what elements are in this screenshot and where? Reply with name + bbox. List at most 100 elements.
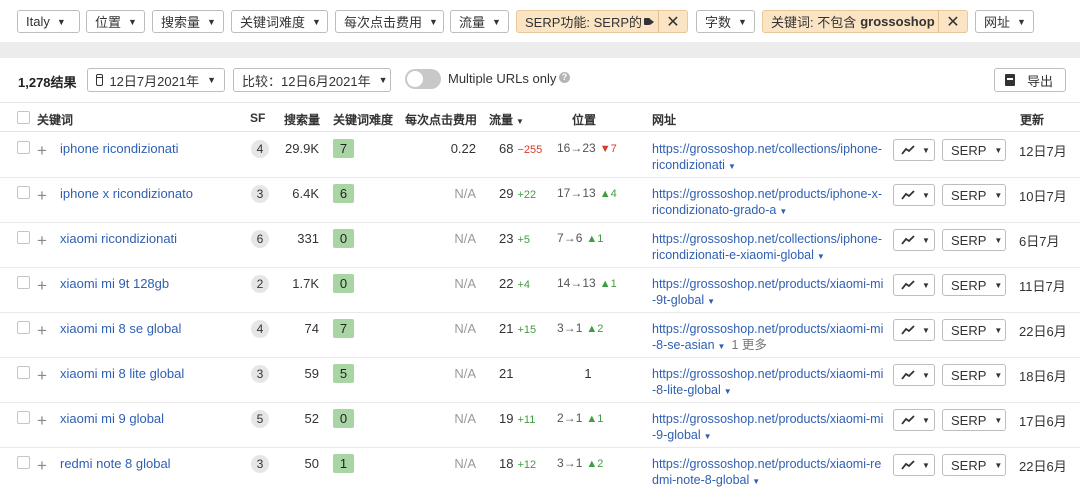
row-checkbox[interactable] bbox=[17, 231, 30, 244]
select-all-checkbox[interactable] bbox=[17, 111, 30, 124]
url-link[interactable]: https://grossoshop.net/products/xiaomi-m… bbox=[652, 411, 884, 445]
keyword-link[interactable]: iphone x ricondizionato bbox=[60, 186, 193, 201]
row-checkbox[interactable] bbox=[17, 141, 30, 154]
close-icon[interactable]: ✕ bbox=[658, 11, 687, 32]
url-filter[interactable]: 网址 ▼ bbox=[975, 10, 1034, 33]
close-icon[interactable]: ✕ bbox=[938, 11, 967, 32]
chevron-down-icon[interactable]: ▼ bbox=[817, 252, 825, 261]
col-cpc[interactable]: 每次点击费用 bbox=[405, 111, 477, 128]
url-link[interactable]: https://grossoshop.net/collections/iphon… bbox=[652, 141, 884, 175]
position-to: 13 bbox=[582, 186, 596, 200]
row-checkbox[interactable] bbox=[17, 186, 30, 199]
plus-icon[interactable]: + bbox=[37, 322, 47, 339]
trend-chart-button[interactable]: ▼ bbox=[893, 229, 935, 251]
keyword-link[interactable]: xiaomi mi 8 lite global bbox=[60, 366, 184, 381]
volume-filter[interactable]: 搜索量 ▼ bbox=[152, 10, 224, 33]
sf-count-badge[interactable]: 3 bbox=[251, 185, 269, 203]
col-keyword[interactable]: 关键词 bbox=[37, 111, 73, 128]
more-urls-link[interactable]: 1 更多 bbox=[731, 338, 766, 352]
position-filter[interactable]: 位置 ▼ bbox=[86, 10, 145, 33]
chevron-down-icon[interactable]: ▼ bbox=[779, 207, 787, 216]
plus-icon[interactable]: + bbox=[37, 367, 47, 384]
export-button[interactable]: 导出 bbox=[994, 68, 1066, 92]
row-checkbox[interactable] bbox=[17, 366, 30, 379]
col-sf[interactable]: SF bbox=[250, 111, 265, 125]
url-link[interactable]: https://grossoshop.net/products/xiaomi-m… bbox=[652, 366, 884, 400]
serp-button[interactable]: SERP ▼ bbox=[942, 139, 1006, 161]
keyword-exclude-filter[interactable]: 关键词: 不包含 grossoshop ✕ bbox=[762, 10, 968, 33]
serp-button[interactable]: SERP ▼ bbox=[942, 364, 1006, 386]
row-checkbox[interactable] bbox=[17, 276, 30, 289]
trend-chart-button[interactable]: ▼ bbox=[893, 364, 935, 386]
trend-chart-button[interactable]: ▼ bbox=[893, 274, 935, 296]
sf-count-badge[interactable]: 5 bbox=[251, 410, 269, 428]
url-link[interactable]: https://grossoshop.net/collections/iphon… bbox=[652, 231, 884, 265]
serp-button[interactable]: SERP ▼ bbox=[942, 184, 1006, 206]
help-icon[interactable]: ? bbox=[559, 72, 570, 83]
serp-button[interactable]: SERP ▼ bbox=[942, 409, 1006, 431]
trend-chart-button[interactable]: ▼ bbox=[893, 184, 935, 206]
serp-button[interactable]: SERP ▼ bbox=[942, 319, 1006, 341]
sf-count-badge[interactable]: 4 bbox=[251, 140, 269, 158]
sf-count-badge[interactable]: 6 bbox=[251, 230, 269, 248]
trend-chart-button[interactable]: ▼ bbox=[893, 319, 935, 341]
serp-button[interactable]: SERP ▼ bbox=[942, 274, 1006, 296]
keyword-link[interactable]: xiaomi mi 8 se global bbox=[60, 321, 181, 336]
date-picker[interactable]: 12日7月2021年 ▼ bbox=[87, 68, 225, 92]
col-updated[interactable]: 更新 bbox=[1020, 111, 1044, 128]
row-checkbox[interactable] bbox=[17, 321, 30, 334]
sf-count-badge[interactable]: 2 bbox=[251, 275, 269, 293]
serp-button-label: SERP bbox=[951, 367, 987, 383]
chevron-down-icon: ▼ bbox=[922, 145, 930, 155]
multiple-urls-label: Multiple URLs only bbox=[448, 71, 557, 86]
traffic-filter[interactable]: 流量 ▼ bbox=[450, 10, 509, 33]
trend-chart-button[interactable]: ▼ bbox=[893, 454, 935, 476]
url-link[interactable]: https://grossoshop.net/products/xiaomi-m… bbox=[652, 276, 884, 310]
plus-icon[interactable]: + bbox=[37, 232, 47, 249]
serp-feature-filter[interactable]: SERP功能: SERP的 ✕ bbox=[516, 10, 688, 33]
url-link[interactable]: https://grossoshop.net/products/iphone-x… bbox=[652, 186, 884, 220]
serp-button-label: SERP bbox=[951, 232, 987, 248]
chevron-down-icon[interactable]: ▼ bbox=[718, 342, 726, 351]
compare-picker[interactable]: 比较：12日6月2021年 ▼ bbox=[233, 68, 391, 92]
chevron-down-icon[interactable]: ▼ bbox=[724, 387, 732, 396]
sf-count-badge[interactable]: 3 bbox=[251, 365, 269, 383]
serp-button[interactable]: SERP ▼ bbox=[942, 229, 1006, 251]
col-volume[interactable]: 搜索量 bbox=[284, 111, 320, 128]
row-checkbox[interactable] bbox=[17, 456, 30, 469]
plus-icon[interactable]: + bbox=[37, 457, 47, 474]
trend-chart-button[interactable]: ▼ bbox=[893, 409, 935, 431]
url-link[interactable]: https://grossoshop.net/products/xiaomi-m… bbox=[652, 321, 884, 355]
chevron-down-icon[interactable]: ▼ bbox=[707, 297, 715, 306]
url-link[interactable]: https://grossoshop.net/products/xiaomi-r… bbox=[652, 456, 884, 490]
plus-icon[interactable]: + bbox=[37, 412, 47, 429]
row-checkbox[interactable] bbox=[17, 411, 30, 424]
serp-button[interactable]: SERP ▼ bbox=[942, 454, 1006, 476]
chevron-down-icon[interactable]: ▼ bbox=[752, 477, 760, 486]
col-traffic[interactable]: 流量 ▼ bbox=[489, 111, 524, 128]
col-kd[interactable]: 关键词难度 bbox=[333, 111, 393, 128]
keyword-link[interactable]: xiaomi mi 9t 128gb bbox=[60, 276, 169, 291]
keyword-link[interactable]: xiaomi ricondizionati bbox=[60, 231, 177, 246]
word-count-filter[interactable]: 字数 ▼ bbox=[696, 10, 755, 33]
col-url[interactable]: 网址 bbox=[652, 111, 676, 128]
chevron-down-icon: ▼ bbox=[922, 325, 930, 335]
plus-icon[interactable]: + bbox=[37, 277, 47, 294]
trend-chart-button[interactable]: ▼ bbox=[893, 139, 935, 161]
sf-count-badge[interactable]: 4 bbox=[251, 320, 269, 338]
chevron-down-icon: ▼ bbox=[738, 16, 747, 27]
keyword-link[interactable]: iphone ricondizionati bbox=[60, 141, 179, 156]
chevron-down-icon[interactable]: ▼ bbox=[704, 432, 712, 441]
keyword-link[interactable]: redmi note 8 global bbox=[60, 456, 171, 471]
kd-filter[interactable]: 关键词难度 ▼ bbox=[231, 10, 328, 33]
chevron-down-icon[interactable]: ▼ bbox=[728, 162, 736, 171]
multiple-urls-toggle[interactable] bbox=[405, 69, 441, 89]
cpc-filter[interactable]: 每次点击费用 ▼ bbox=[335, 10, 444, 33]
plus-icon[interactable]: + bbox=[37, 142, 47, 159]
plus-icon[interactable]: + bbox=[37, 187, 47, 204]
arrow-right-icon: → bbox=[570, 141, 583, 155]
sf-count-badge[interactable]: 3 bbox=[251, 455, 269, 473]
col-position[interactable]: 位置 bbox=[572, 111, 596, 128]
keyword-link[interactable]: xiaomi mi 9 global bbox=[60, 411, 164, 426]
country-filter[interactable]: Italy ▼ bbox=[17, 10, 80, 33]
